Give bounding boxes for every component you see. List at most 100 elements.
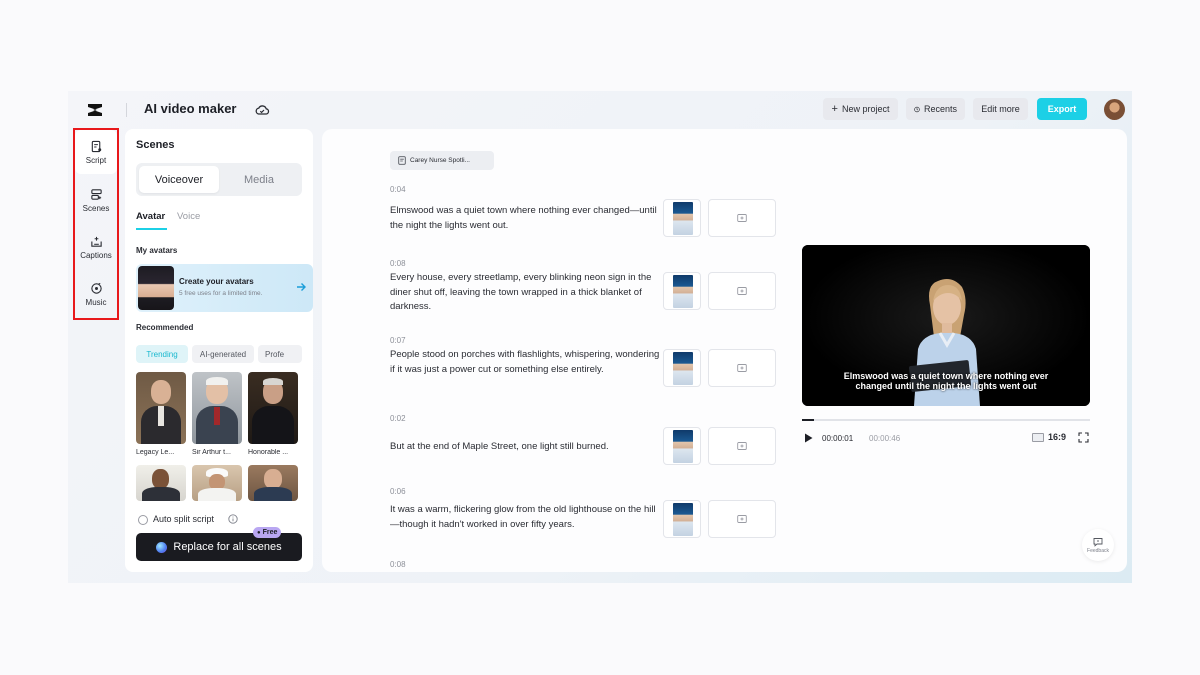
rail-label: Scenes — [82, 203, 110, 213]
scene-thumbnail[interactable] — [663, 272, 701, 310]
scenes-icon — [90, 188, 102, 200]
page-title: AI video maker — [144, 101, 237, 116]
tab-media[interactable]: Media — [219, 166, 299, 193]
scene-duration: 0:06 — [390, 487, 406, 496]
avatar-card[interactable] — [136, 372, 186, 444]
scene-duration: 0:08 — [390, 560, 406, 569]
aspect-ratio-label[interactable]: 16:9 — [1048, 432, 1066, 442]
script-editor: Carey Nurse Spotli... 0:04 Elmswood was … — [322, 129, 1127, 572]
playback-progress[interactable] — [802, 419, 1090, 421]
rail-item-music[interactable]: Music — [75, 272, 117, 316]
play-icon[interactable] — [804, 433, 813, 443]
avatar-card[interactable] — [192, 372, 242, 444]
export-button[interactable]: Export — [1037, 98, 1087, 120]
scene-script-text[interactable]: But at the end of Maple Street, one ligh… — [390, 440, 662, 455]
scene-duration: 0:08 — [390, 259, 406, 268]
captions-icon — [90, 236, 102, 247]
arrow-right-icon — [297, 283, 306, 291]
capcut-logo-icon[interactable] — [85, 100, 105, 120]
add-media-slot[interactable] — [708, 427, 776, 465]
edit-more-button[interactable]: Edit more — [973, 98, 1028, 120]
add-media-slot[interactable] — [708, 272, 776, 310]
add-image-icon — [737, 287, 747, 295]
scene-script-text[interactable]: Elmswood was a quiet town where nothing … — [390, 204, 662, 233]
video-preview[interactable]: Elmswood was a quiet town where nothing … — [802, 245, 1090, 406]
script-file-chip[interactable]: Carey Nurse Spotli... — [390, 151, 494, 170]
info-icon[interactable] — [228, 514, 238, 524]
divider — [126, 103, 127, 117]
my-avatars-label: My avatars — [136, 246, 178, 255]
current-time: 00:00:01 — [822, 434, 854, 443]
rail-label: Music — [85, 297, 107, 307]
document-icon — [398, 156, 406, 165]
left-rail: Script Scenes Captions Music — [73, 128, 119, 320]
rail-item-captions[interactable]: Captions — [75, 225, 117, 269]
scene-thumbnail[interactable] — [663, 199, 701, 237]
scene-thumbnail[interactable] — [663, 349, 701, 387]
avatar-name: Honorable ... — [248, 449, 289, 456]
progress-fill — [802, 419, 814, 421]
subtab-underline — [136, 228, 167, 230]
user-avatar[interactable] — [1104, 99, 1125, 120]
chip-trending[interactable]: Trending — [136, 345, 188, 363]
fullscreen-icon[interactable] — [1078, 432, 1089, 443]
script-icon — [91, 140, 101, 152]
clock-icon — [914, 106, 920, 112]
avatar-card[interactable] — [248, 465, 298, 501]
auto-split-radio[interactable] — [138, 515, 148, 525]
new-project-button[interactable]: + New project — [823, 98, 898, 120]
scene-thumbnail[interactable] — [663, 427, 701, 465]
rail-label: Script — [85, 155, 107, 165]
rail-item-script[interactable]: Script — [75, 130, 117, 174]
create-avatar-title: Create your avatars — [179, 277, 254, 286]
chip-professional[interactable]: Profe — [258, 345, 302, 363]
add-media-slot[interactable] — [708, 349, 776, 387]
add-image-icon — [737, 364, 747, 372]
voiceover-media-toggle: Voiceover Media — [136, 163, 302, 196]
app-window: AI video maker + New project Recents Edi… — [68, 91, 1132, 583]
avatar-name: Legacy Le... — [136, 449, 175, 456]
scene-duration: 0:04 — [390, 185, 406, 194]
add-media-slot[interactable] — [708, 500, 776, 538]
feedback-icon — [1093, 537, 1103, 547]
scene-duration: 0:02 — [390, 414, 406, 423]
tab-voiceover[interactable]: Voiceover — [139, 166, 219, 193]
video-caption: Elmswood was a quiet town where nothing … — [843, 371, 1049, 391]
avatar-preview-image — [138, 266, 174, 310]
music-icon — [90, 282, 102, 294]
scene-script-text[interactable]: People stood on porches with flashlights… — [390, 348, 662, 377]
create-avatar-card[interactable]: Create your avatars 5 free uses for a li… — [136, 264, 313, 312]
cloud-sync-icon[interactable] — [254, 102, 270, 118]
add-image-icon — [737, 442, 747, 450]
create-avatar-subtitle: 5 free uses for a limited time. — [179, 290, 263, 297]
avatar-name: Sir Arthur t... — [192, 449, 231, 456]
top-bar: AI video maker + New project Recents Edi… — [68, 91, 1132, 129]
avatar-card[interactable] — [192, 465, 242, 501]
recents-button[interactable]: Recents — [906, 98, 965, 120]
add-media-slot[interactable] — [708, 199, 776, 237]
add-image-icon — [737, 214, 747, 222]
total-time: 00:00:46 — [869, 434, 901, 443]
rail-item-scenes[interactable]: Scenes — [75, 178, 117, 222]
scenes-panel: Scenes Voiceover Media Avatar Voice My a… — [125, 129, 313, 572]
rail-label: Captions — [80, 250, 112, 260]
gift-icon: ● — [257, 529, 261, 536]
free-badge: ● Free — [253, 527, 282, 538]
chip-ai-generated[interactable]: AI-generated — [192, 345, 254, 363]
subtab-avatar[interactable]: Avatar — [136, 211, 165, 222]
aspect-ratio-icon[interactable] — [1032, 433, 1044, 442]
subtab-voice[interactable]: Voice — [177, 211, 200, 222]
recommended-label: Recommended — [136, 323, 194, 332]
panel-title: Scenes — [136, 139, 175, 151]
feedback-button[interactable]: Feedback — [1082, 529, 1114, 561]
avatar-card[interactable] — [136, 465, 186, 501]
scene-duration: 0:07 — [390, 336, 406, 345]
auto-split-label: Auto split script — [153, 514, 215, 524]
ai-orb-icon — [156, 541, 168, 553]
avatar-card[interactable] — [248, 372, 298, 444]
plus-icon: + — [831, 103, 838, 115]
scene-thumbnail[interactable] — [663, 500, 701, 538]
add-image-icon — [737, 515, 747, 523]
scene-script-text[interactable]: It was a warm, flickering glow from the … — [390, 503, 662, 532]
scene-script-text[interactable]: Every house, every streetlamp, every bli… — [390, 271, 662, 315]
